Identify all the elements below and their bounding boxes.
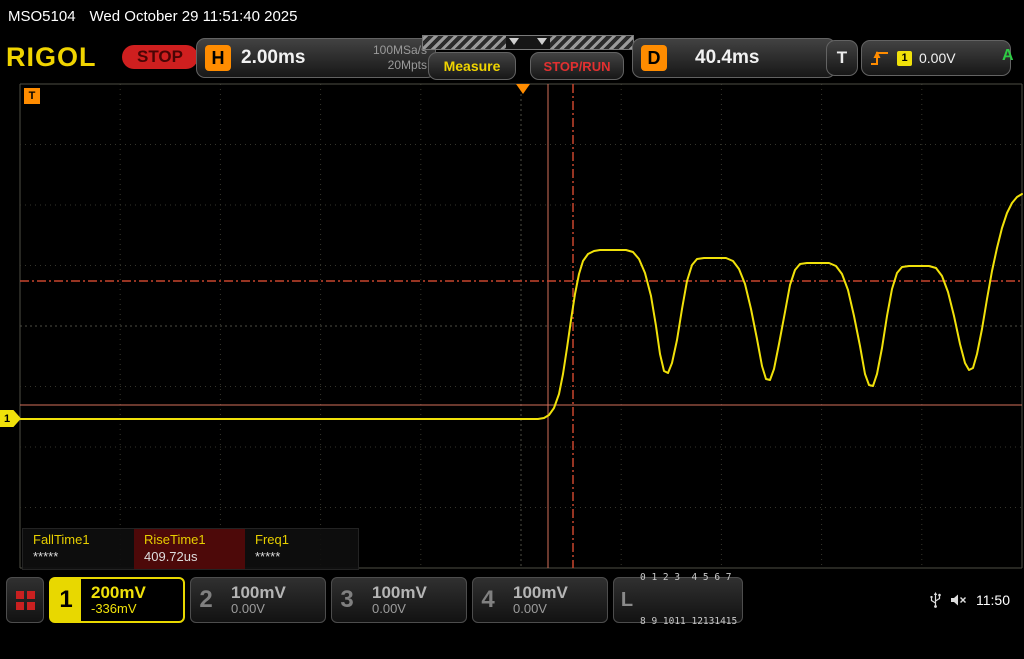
measurement-freq[interactable]: Freq1 ***** <box>245 529 356 569</box>
measurement-label: FallTime1 <box>33 532 134 547</box>
trigger-settings-button[interactable]: 1 0.00V <box>861 40 1011 76</box>
digital-channel-list: 0 1 2 3 4 5 6 7 8 9 1011 12131415 <box>640 541 737 659</box>
channel-3-offset: 0.00V <box>372 602 427 617</box>
digital-row-2: 8 9 1011 12131415 <box>640 615 737 630</box>
measurement-label: RiseTime1 <box>144 532 245 547</box>
measurement-value: ***** <box>255 549 356 564</box>
channel-4-scale: 100mV <box>513 583 568 603</box>
channel-2-offset: 0.00V <box>231 602 286 617</box>
channel-2-scale: 100mV <box>231 583 286 603</box>
memory-marker-right-icon <box>537 38 547 45</box>
memory-position-bar[interactable] <box>422 35 634 50</box>
waveform-svg <box>0 82 1024 570</box>
delay-position-button[interactable]: D 40.4ms <box>632 38 836 78</box>
d-badge: D <box>641 45 667 71</box>
header-bar: RIGOL STOP H 2.00ms 100MSa/s 20Mpts Meas… <box>0 32 1024 82</box>
memory-marker-left-icon <box>509 38 519 45</box>
waveform-display[interactable]: T 1 FallTime1 ***** RiseTime1 409.72us F… <box>0 82 1024 570</box>
trigger-source-badge: 1 <box>897 51 912 66</box>
measurement-value: ***** <box>33 549 134 564</box>
measurement-falltime[interactable]: FallTime1 ***** <box>23 529 134 569</box>
digital-row-1: 0 1 2 3 4 5 6 7 <box>640 571 737 586</box>
h-badge: H <box>205 45 231 71</box>
grid-icon <box>16 591 35 610</box>
bottom-status-bar: 1 200mV -336mV 2 100mV 0.00V 3 100mV 0.0… <box>0 570 1024 630</box>
digital-channels-button[interactable]: L 0 1 2 3 4 5 6 7 8 9 1011 12131415 <box>613 577 743 623</box>
trigger-menu-button[interactable]: T <box>826 40 858 76</box>
stop-run-button[interactable]: STOP/RUN <box>530 52 624 80</box>
sample-rate-label: 100MSa/s <box>373 43 427 58</box>
memory-window-indicator <box>506 36 550 49</box>
measure-button[interactable]: Measure <box>428 52 516 80</box>
channel-1-badge: 1 <box>51 579 81 621</box>
acquisition-info: 100MSa/s 20Mpts <box>373 43 427 73</box>
channel-4-button[interactable]: 4 100mV 0.00V <box>472 577 608 623</box>
trigger-source-marker[interactable]: T <box>24 88 40 104</box>
speaker-muted-icon[interactable] <box>950 593 967 607</box>
channel-1-offset: -336mV <box>91 602 146 617</box>
measurement-panel: FallTime1 ***** RiseTime1 409.72us Freq1… <box>22 528 359 570</box>
timebase-value: 2.00ms <box>241 47 305 69</box>
channel-4-offset: 0.00V <box>513 602 568 617</box>
datetime-label: Wed October 29 11:51:40 2025 <box>90 8 298 25</box>
top-info-bar: MSO5104 Wed October 29 11:51:40 2025 <box>0 0 1024 32</box>
menu-grid-button[interactable] <box>6 577 44 623</box>
run-state-badge: STOP <box>122 45 198 69</box>
clock-label: 11:50 <box>976 592 1010 608</box>
trigger-mode-auto-label: A <box>1002 47 1014 65</box>
trigger-edge-icon <box>869 49 890 67</box>
channel-1-scale: 200mV <box>91 583 146 603</box>
horizontal-timebase-button[interactable]: H 2.00ms 100MSa/s 20Mpts <box>196 38 436 78</box>
channel-2-badge: 2 <box>191 586 221 614</box>
la-badge: L <box>614 589 640 612</box>
usb-icon <box>930 592 941 608</box>
measurement-label: Freq1 <box>255 532 356 547</box>
measurement-risetime[interactable]: RiseTime1 409.72us <box>134 529 245 569</box>
status-icons: 11:50 <box>930 592 1018 608</box>
channel-4-badge: 4 <box>473 586 503 614</box>
trigger-level-value: 0.00V <box>919 50 956 66</box>
model-label: MSO5104 <box>8 8 76 25</box>
channel-2-button[interactable]: 2 100mV 0.00V <box>190 577 326 623</box>
delay-value: 40.4ms <box>695 47 759 69</box>
rigol-logo: RIGOL <box>6 42 97 73</box>
channel-3-button[interactable]: 3 100mV 0.00V <box>331 577 467 623</box>
channel-3-badge: 3 <box>332 586 362 614</box>
measurement-value: 409.72us <box>144 549 245 564</box>
channel-3-scale: 100mV <box>372 583 427 603</box>
channel-1-button[interactable]: 1 200mV -336mV <box>49 577 185 623</box>
memory-depth-label: 20Mpts <box>373 58 427 73</box>
